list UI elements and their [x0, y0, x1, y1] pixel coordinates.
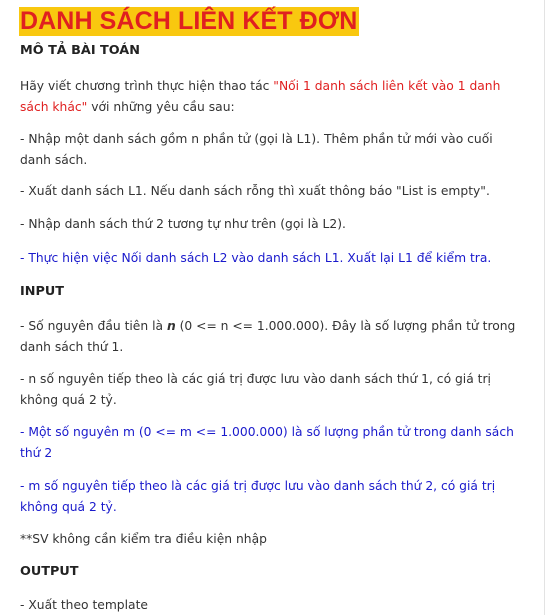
input-item-1: - Số nguyên đầu tiên là n (0 <= n <= 1.0…: [20, 316, 520, 358]
requirement-4: - Thực hiện việc Nối danh sách L2 vào da…: [20, 251, 492, 265]
input-heading: INPUT: [20, 284, 64, 299]
note: **SV không cần kiểm tra điều kiện nhập: [20, 532, 267, 546]
requirement-1: - Nhập một danh sách gồm n phần tử (gọi …: [20, 132, 493, 167]
variable-n: n: [166, 319, 176, 333]
requirement-3: - Nhập danh sách thứ 2 tương tự như trên…: [20, 217, 346, 231]
right-border: [544, 0, 545, 615]
requirement-2: - Xuất danh sách L1. Nếu danh sách rỗng …: [20, 184, 490, 198]
title-block: DANH SÁCH LIÊN KẾT ĐƠN: [19, 7, 360, 36]
input-item-1-prefix: - Số nguyên đầu tiên là: [20, 319, 167, 333]
output-heading: OUTPUT: [20, 564, 79, 579]
page-title: DANH SÁCH LIÊN KẾT ĐƠN: [19, 7, 360, 36]
description-heading: MÔ TẢ BÀI TOÁN: [20, 43, 140, 58]
input-item-3: - Một số nguyên m (0 <= m <= 1.000.000) …: [20, 425, 514, 460]
intro-paragraph: Hãy viết chương trình thực hiện thao tác…: [20, 76, 520, 118]
intro-prefix: Hãy viết chương trình thực hiện thao tác: [20, 79, 274, 93]
intro-suffix: với những yêu cầu sau:: [87, 100, 235, 114]
input-item-4: - m số nguyên tiếp theo là các giá trị đ…: [20, 479, 496, 514]
output-item-1: - Xuất theo template: [20, 598, 148, 612]
input-item-2: - n số nguyên tiếp theo là các giá trị đ…: [20, 372, 491, 407]
